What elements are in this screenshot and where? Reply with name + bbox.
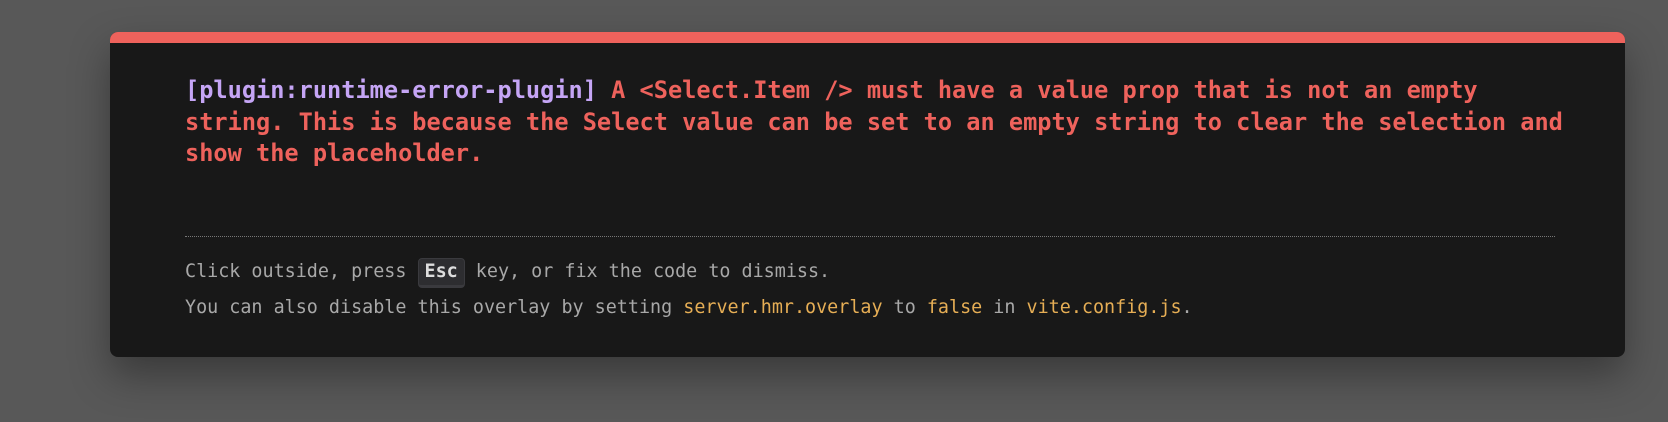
tip-text: key, or fix the code to dismiss. — [464, 261, 831, 282]
error-accent-bar — [110, 32, 1625, 43]
error-message: [plugin:runtime-error-plugin] A <Select.… — [185, 75, 1565, 170]
tip-text: You can also disable this overlay by set… — [185, 297, 684, 318]
disable-tip: You can also disable this overlay by set… — [185, 297, 1193, 318]
divider — [185, 236, 1555, 237]
config-value: false — [926, 297, 983, 318]
config-file: vite.config.js — [1026, 297, 1182, 318]
config-setting: server.hmr.overlay — [683, 297, 883, 318]
error-overlay: [plugin:runtime-error-plugin] A <Select.… — [110, 32, 1625, 357]
dismiss-tip: Click outside, press Esc key, or fix the… — [185, 258, 830, 288]
tip-text: to — [882, 297, 927, 318]
plugin-name: [plugin:runtime-error-plugin] — [185, 76, 597, 104]
tip-text: in — [982, 297, 1027, 318]
tip-text: Click outside, press — [185, 261, 418, 282]
esc-key: Esc — [417, 258, 465, 288]
tip-text: . — [1181, 297, 1193, 318]
